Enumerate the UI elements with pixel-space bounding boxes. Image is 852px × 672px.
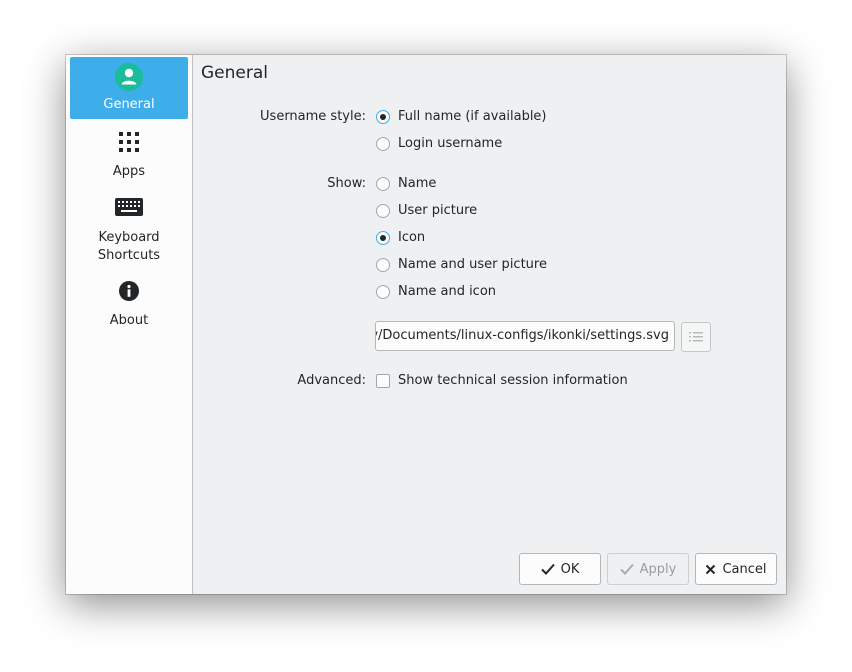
advanced-label: Advanced: (297, 373, 366, 388)
radio-indicator[interactable] (376, 258, 390, 272)
sidebar-item-label: About (109, 313, 149, 328)
keyboard-icon (115, 198, 143, 216)
radio-label: Login username (398, 136, 503, 151)
sidebar-item-general[interactable]: General (70, 57, 188, 119)
radio-indicator[interactable] (376, 177, 390, 191)
radio-label: Full name (if available) (398, 109, 547, 124)
radio-label: Name and user picture (398, 257, 547, 272)
radio-indicator[interactable] (376, 231, 390, 245)
radio-label: User picture (398, 203, 478, 218)
apply-button[interactable]: Apply (607, 553, 689, 585)
cancel-button-label: Cancel (722, 561, 767, 577)
radio-label: Name (398, 176, 437, 191)
app-grid-icon (119, 132, 139, 152)
radio-full-name[interactable]: Full name (if available) (376, 107, 547, 127)
radio-show-user-picture[interactable]: User picture (376, 201, 477, 221)
checkmark-icon (619, 563, 634, 575)
icon-path-value: /home/dv/Documents/linux-configs/ikonki/… (376, 328, 669, 343)
apply-button-label: Apply (639, 561, 677, 577)
sidebar-item-label: Apps (112, 164, 146, 179)
checkmark-icon (540, 563, 555, 575)
radio-show-icon[interactable]: Icon (376, 228, 425, 248)
radio-label: Icon (398, 230, 426, 245)
cancel-button[interactable]: Cancel (695, 553, 777, 585)
checkbox-indicator[interactable] (376, 374, 390, 388)
show-label: Show: (327, 176, 366, 191)
radio-indicator[interactable] (376, 204, 390, 218)
icon-path-field[interactable]: /home/dv/Documents/linux-configs/ikonki/… (375, 321, 675, 351)
username-style-label: Username style: (260, 109, 366, 124)
sidebar-item-apps[interactable]: Apps (70, 127, 188, 183)
info-icon (119, 281, 139, 301)
radio-indicator[interactable] (376, 285, 390, 299)
close-icon (705, 564, 716, 575)
radio-indicator[interactable] (376, 110, 390, 124)
settings-dialog: General Apps Keyboard Shortcuts About Ge… (66, 55, 786, 594)
ok-button[interactable]: OK (519, 553, 601, 585)
sidebar-item-label-line2: Shortcuts (97, 248, 161, 263)
radio-indicator[interactable] (376, 137, 390, 151)
category-sidebar: General Apps Keyboard Shortcuts About (66, 55, 193, 594)
list-icon (689, 332, 703, 342)
ok-button-label: OK (560, 561, 580, 577)
page-title: General (201, 63, 268, 83)
sidebar-item-label: General (103, 97, 155, 112)
radio-show-name[interactable]: Name (376, 174, 436, 194)
checkbox-label: Show technical session information (398, 373, 628, 388)
radio-login-username[interactable]: Login username (376, 134, 502, 154)
radio-show-name-and-user-picture[interactable]: Name and user picture (376, 255, 547, 275)
radio-show-name-and-icon[interactable]: Name and icon (376, 282, 496, 302)
sidebar-item-about[interactable]: About (70, 277, 188, 333)
sidebar-item-label-line1: Keyboard (98, 230, 160, 245)
radio-label: Name and icon (398, 284, 497, 299)
checkbox-technical-session-info[interactable]: Show technical session information (376, 371, 628, 391)
sidebar-item-keyboard-shortcuts[interactable]: Keyboard Shortcuts (70, 193, 188, 267)
browse-icon-button[interactable] (681, 322, 711, 352)
user-circle-icon (115, 63, 143, 91)
content-area: General Username style: Full name (if av… (193, 55, 786, 594)
